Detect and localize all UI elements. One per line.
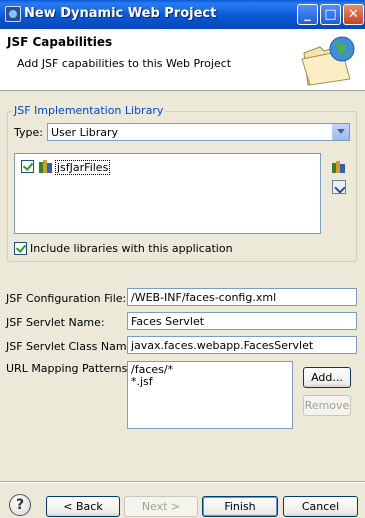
include-libraries-label: Include libraries with this application [30,242,233,255]
servlet-name-input[interactable]: Faces Servlet [127,312,357,330]
type-select[interactable]: User Library [47,123,350,141]
next-button[interactable]: Next > [124,496,198,517]
title-bar: New Dynamic Web Project _ □ ✕ [0,0,365,29]
page-description: Add JSF capabilities to this Web Project [17,57,232,70]
wizard-header: JSF Capabilities Add JSF capabilities to… [0,29,365,91]
close-icon: ✕ [348,7,359,22]
minimize-button[interactable]: _ [297,4,318,25]
group-legend: JSF Implementation Library [12,104,166,117]
library-icon [39,160,53,173]
servlet-name-label: JSF Servlet Name: [6,316,105,329]
add-pattern-button[interactable]: Add... [303,367,351,388]
include-libraries-checkbox[interactable] [14,242,27,255]
wizard-folder-globe-icon [301,36,355,86]
footer-separator [0,481,365,483]
type-label: Type: [14,126,43,139]
cancel-button[interactable]: Cancel [283,496,358,517]
servlet-class-input[interactable]: javax.faces.webapp.FacesServlet [127,336,357,354]
library-checkbox[interactable] [21,160,34,173]
back-button[interactable]: < Back [46,496,120,517]
window-title: New Dynamic Web Project [24,6,217,21]
maximize-button[interactable]: □ [320,4,341,25]
url-pattern-item[interactable]: *.jsf [131,376,289,388]
help-icon[interactable]: ? [9,494,31,516]
remove-pattern-button[interactable]: Remove [303,395,351,416]
chevron-down-icon[interactable] [332,124,349,140]
maximize-icon: □ [324,7,337,22]
minimize-icon: _ [304,7,311,22]
url-pattern-item[interactable]: /faces/* [131,364,289,376]
finish-button[interactable]: Finish [202,496,278,517]
app-icon [5,6,21,22]
add-library-icon[interactable] [332,160,346,174]
url-mapping-label: URL Mapping Patterns: [6,362,132,375]
config-file-label: JSF Configuration File: [6,292,127,305]
download-library-icon[interactable] [332,180,346,194]
page-title: JSF Capabilities [7,35,113,49]
type-select-value: User Library [51,126,119,139]
url-mapping-list[interactable]: /faces/* *.jsf [127,361,293,429]
servlet-class-label: JSF Servlet Class Name: [6,340,138,353]
close-button[interactable]: ✕ [343,4,364,25]
library-item-label[interactable]: jsfJarFiles [55,160,111,175]
config-file-input[interactable]: /WEB-INF/faces-config.xml [127,288,357,306]
